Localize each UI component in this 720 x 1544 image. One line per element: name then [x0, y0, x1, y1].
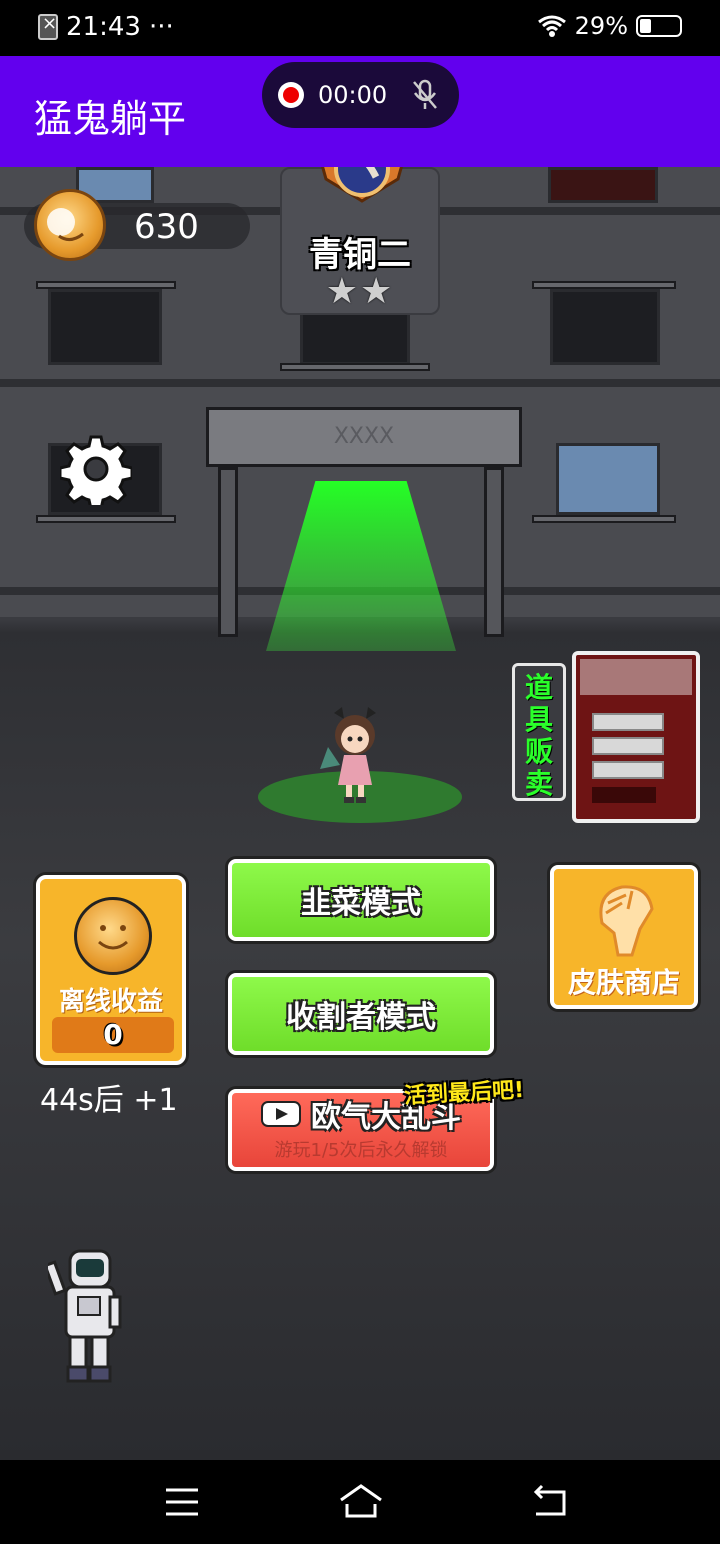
wifi-icon — [537, 15, 566, 37]
game-scene[interactable]: XXXX 630 青铜二 ★★ 道具贩卖 离线收益 0 44s后 +1 韭菜模式… — [0, 167, 720, 1460]
coin-face-icon — [98, 925, 128, 950]
status-bar: 21:43 ··· 29% — [0, 0, 720, 56]
record-icon[interactable] — [278, 82, 304, 108]
skin-shop-label: 皮肤商店 — [567, 966, 680, 999]
window-sill — [532, 515, 676, 523]
vending-shelf — [592, 737, 664, 755]
home-icon[interactable] — [338, 1482, 384, 1522]
building-ledge — [0, 379, 720, 387]
brawl-mode-subtitle: 游玩1/5次后永久解锁 — [274, 1140, 448, 1161]
battery-percent: 29% — [574, 12, 628, 40]
window-sill — [36, 515, 176, 523]
rank-panel[interactable]: 青铜二 ★★ — [280, 167, 440, 315]
vending-slot — [592, 787, 656, 803]
vending-machine[interactable] — [572, 651, 700, 823]
status-left: 21:43 ··· — [38, 12, 174, 42]
vending-label[interactable]: 道具贩卖 — [512, 663, 566, 801]
coin-icon — [34, 189, 106, 261]
window-sill — [532, 281, 676, 289]
no-sim-icon — [38, 13, 58, 40]
brawl-mode-tag: 活到最后吧! — [403, 1077, 525, 1110]
back-icon[interactable] — [530, 1482, 570, 1522]
battery-icon — [636, 15, 682, 37]
coin-face-icon — [47, 208, 84, 241]
entrance-pillar — [218, 467, 238, 637]
status-right: 29% — [537, 12, 682, 40]
vending-shelf — [592, 713, 664, 731]
gear-icon[interactable] — [60, 433, 132, 505]
window-sill — [280, 363, 430, 371]
astronaut-character-icon[interactable] — [48, 1249, 128, 1389]
window — [550, 289, 660, 365]
window — [48, 289, 162, 365]
coin-amount: 630 — [134, 207, 199, 247]
window — [300, 307, 410, 365]
vending-machine-top — [580, 659, 692, 695]
reaper-mode-button[interactable]: 收割者模式 — [228, 973, 494, 1055]
player-character-icon[interactable] — [320, 707, 390, 807]
skin-shop-card[interactable]: 皮肤商店 — [550, 865, 698, 1009]
recording-time: 00:00 — [318, 81, 388, 109]
entrance-pillar — [484, 467, 504, 637]
menu-icon[interactable] — [162, 1482, 202, 1522]
offline-earnings-timer: 44s后 +1 — [40, 1083, 178, 1118]
battery-fill — [640, 19, 651, 33]
app-title: 猛鬼躺平 — [34, 97, 187, 141]
rank-stars: ★★ — [325, 271, 395, 312]
status-dots: ··· — [148, 12, 174, 42]
offline-earnings-card[interactable]: 离线收益 0 — [36, 875, 186, 1065]
navigation-bar — [0, 1460, 720, 1544]
mic-muted-icon[interactable] — [411, 79, 439, 111]
peacock-icon — [599, 885, 654, 957]
vending-shelf — [592, 761, 664, 779]
coin-icon — [74, 897, 152, 975]
rank-name: 青铜二 — [309, 235, 411, 275]
window-sill — [36, 281, 176, 289]
status-time: 21:43 — [66, 12, 141, 42]
screen-recorder-pill[interactable]: 00:00 — [262, 62, 459, 128]
door-sign: XXXX — [333, 424, 395, 449]
leek-mode-button[interactable]: 韭菜模式 — [228, 859, 494, 941]
window — [548, 167, 658, 203]
window — [556, 443, 660, 515]
bronze-rank-badge-icon — [321, 167, 403, 203]
offline-earnings-title: 离线收益 — [58, 987, 163, 1017]
entrance-canopy: XXXX — [206, 407, 522, 467]
offline-earnings-value: 0 — [52, 1017, 174, 1053]
video-icon — [261, 1101, 301, 1127]
